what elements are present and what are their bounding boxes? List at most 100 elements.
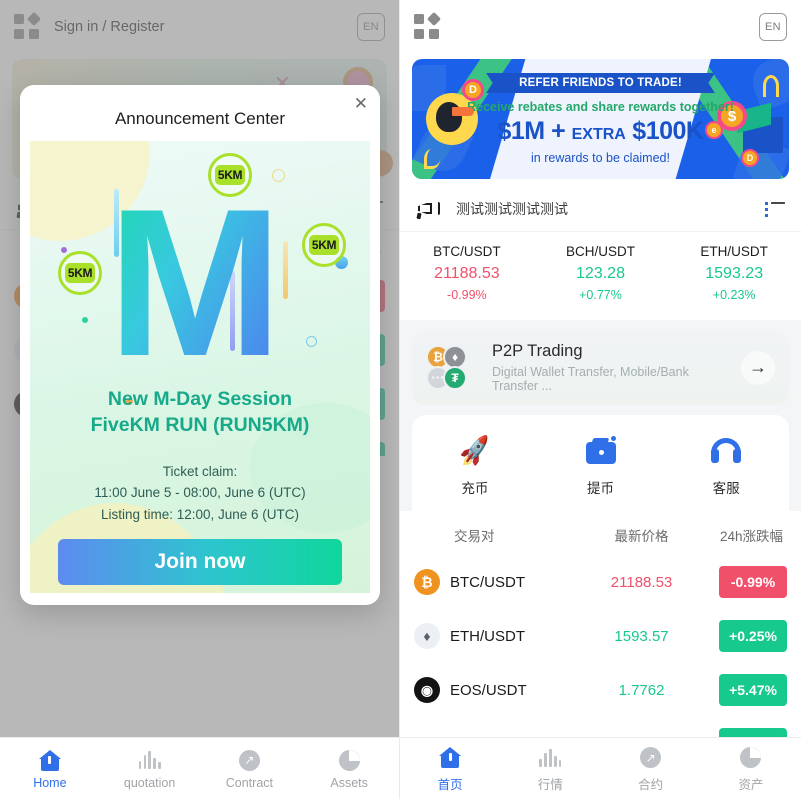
tab-label: 行情 bbox=[537, 777, 563, 792]
bar-chart-icon bbox=[100, 747, 200, 773]
ticker-change: -0.99% bbox=[447, 288, 487, 302]
tab-quotation[interactable]: quotation bbox=[100, 747, 200, 790]
pie-chart-icon bbox=[701, 745, 801, 771]
ticker-item-eth[interactable]: ETH/USDT 1593.23 +0.23% bbox=[667, 244, 801, 302]
tab-home[interactable]: 首页 bbox=[400, 745, 500, 793]
ticker-item-bch[interactable]: BCH/USDT 123.28 +0.77% bbox=[534, 244, 668, 302]
ticker-change: +0.77% bbox=[579, 288, 622, 302]
action-deposit[interactable]: 🚀 充币 bbox=[412, 431, 538, 497]
price-value: 21188.53 bbox=[610, 573, 673, 591]
table-row[interactable]: ♦ ETH/USDT 1593.57 +0.25% bbox=[414, 609, 787, 663]
right-notice-bar[interactable]: 测试测试测试测试 bbox=[400, 189, 801, 232]
ticker-pair: BTC/USDT bbox=[433, 244, 501, 259]
arrow-right-icon[interactable]: → bbox=[741, 350, 775, 385]
referral-banner[interactable]: D $ e D REFER FRIENDS TO TRADE! Receive … bbox=[412, 59, 789, 179]
close-icon[interactable]: ✕ bbox=[354, 94, 368, 114]
ticker-price: 21188.53 bbox=[434, 265, 500, 282]
referral-banner-wrap: D $ e D REFER FRIENDS TO TRADE! Receive … bbox=[400, 53, 801, 189]
pie-chart-icon bbox=[299, 747, 399, 773]
badge-5km-3: 5KM bbox=[58, 251, 102, 295]
list-icon[interactable] bbox=[765, 201, 785, 217]
rocket-icon: 🚀 bbox=[456, 433, 493, 468]
eos-icon: ◉ bbox=[414, 677, 440, 703]
action-withdraw[interactable]: 提币 bbox=[538, 431, 664, 497]
tab-market[interactable]: 行情 bbox=[500, 745, 600, 793]
right-market-table: 交易对 最新价格 24h涨跌幅 ₿ BTC/USDT 21188.53 -0.9… bbox=[400, 511, 801, 753]
p2p-card[interactable]: ₿ ♦ ··· ₮ P2P Trading Digital Wallet Tra… bbox=[412, 330, 789, 405]
column-header-change: 24h涨跌幅 bbox=[719, 529, 783, 544]
trend-circle-icon bbox=[200, 747, 300, 773]
action-label: 提币 bbox=[587, 481, 614, 496]
pair-label: EOS/USDT bbox=[450, 681, 527, 699]
pair-label: ETH/USDT bbox=[450, 627, 525, 645]
ticker-pair: BCH/USDT bbox=[566, 244, 636, 259]
banner-line-4: in rewards to be claimed! bbox=[531, 151, 670, 165]
table-row[interactable]: ₿ BTC/USDT 21188.53 -0.99% bbox=[414, 555, 787, 609]
tab-contract[interactable]: 合约 bbox=[601, 745, 701, 793]
grid-icon[interactable] bbox=[414, 11, 442, 40]
market-table-header: 交易对 最新价格 24h涨跌幅 bbox=[414, 511, 787, 555]
badge-5km-1: 5KM bbox=[208, 153, 252, 197]
bar-chart-icon bbox=[500, 745, 600, 771]
tab-label: 资产 bbox=[738, 777, 764, 792]
language-button[interactable]: EN bbox=[759, 12, 787, 41]
ticker-item-btc[interactable]: BTC/USDT 21188.53 -0.99% bbox=[400, 244, 534, 302]
eth-icon: ♦ bbox=[443, 344, 467, 369]
p2p-title: P2P Trading bbox=[492, 342, 583, 360]
ticker-price: 1593.23 bbox=[705, 265, 764, 282]
btc-icon: ₿ bbox=[414, 569, 440, 595]
p2p-section: ₿ ♦ ··· ₮ P2P Trading Digital Wallet Tra… bbox=[400, 320, 801, 511]
notice-text: 测试测试测试测试 bbox=[456, 201, 568, 217]
page-title: Announcement Center bbox=[114, 109, 286, 128]
banner-line-2: Receive rebates and share rewards togeth… bbox=[467, 100, 734, 114]
column-header-pair: 交易对 bbox=[454, 529, 495, 544]
price-value: 1593.57 bbox=[614, 627, 669, 645]
right-topbar: EN bbox=[400, 0, 801, 53]
tab-label: Contract bbox=[225, 776, 273, 790]
detail-line-2: 11:00 June 5 - 08:00, June 6 (UTC) bbox=[94, 485, 306, 501]
tab-contract[interactable]: Contract bbox=[200, 747, 300, 790]
tab-label: quotation bbox=[123, 776, 176, 790]
action-support[interactable]: 客服 bbox=[663, 431, 789, 497]
price-ticker: BTC/USDT 21188.53 -0.99% BCH/USDT 123.28… bbox=[400, 232, 801, 320]
announcement-text: New M-Day Session FiveKM RUN (RUN5KM) Ti… bbox=[30, 386, 370, 526]
headline-line-1: New M-Day Session bbox=[107, 388, 293, 410]
left-tabbar: Home quotation Contract Assets bbox=[0, 737, 399, 799]
tab-label: 合约 bbox=[638, 777, 664, 792]
announcement-artwork: M 5KM 5KM 5KM New M-Day Session FiveKM R… bbox=[30, 141, 370, 593]
action-label: 客服 bbox=[712, 481, 740, 496]
megaphone-icon bbox=[416, 200, 440, 220]
banner-line-3: $1M + EXTRA $100K bbox=[497, 117, 704, 145]
right-tabbar: 首页 行情 合约 资产 bbox=[400, 737, 801, 799]
tab-label: Home bbox=[33, 776, 67, 790]
tab-assets[interactable]: 资产 bbox=[701, 745, 801, 793]
app-screen: Sign in / Register EN ✕ ge bbox=[0, 0, 801, 799]
tab-label: 首页 bbox=[437, 777, 463, 792]
ticker-price: 123.28 bbox=[576, 265, 625, 282]
table-row[interactable]: ◉ EOS/USDT 1.7762 +5.47% bbox=[414, 663, 787, 717]
status-badge: +5.47% bbox=[719, 674, 787, 706]
home-icon bbox=[400, 745, 500, 771]
detail-line-1: Ticket claim: bbox=[162, 463, 238, 479]
ticker-change: +0.23% bbox=[712, 288, 756, 302]
detail-line-3: Listing time: 12:00, June 6 (UTC) bbox=[100, 507, 300, 523]
quick-actions: 🚀 充币 提币 客服 bbox=[412, 415, 789, 511]
tab-home[interactable]: Home bbox=[0, 747, 100, 790]
action-label: 充币 bbox=[461, 481, 489, 496]
status-badge: +0.25% bbox=[719, 620, 787, 652]
price-value: 1.7762 bbox=[618, 681, 665, 699]
pair-label: BTC/USDT bbox=[450, 573, 525, 591]
left-panel: Sign in / Register EN ✕ ge bbox=[0, 0, 400, 799]
eth-icon: ♦ bbox=[414, 623, 440, 649]
tab-assets[interactable]: Assets bbox=[299, 747, 399, 790]
trend-circle-icon bbox=[601, 745, 701, 771]
coin-cluster-icon: ₿ ♦ ··· ₮ bbox=[426, 344, 480, 391]
home-icon bbox=[0, 747, 100, 773]
wallet-icon bbox=[538, 431, 664, 471]
ticker-pair: ETH/USDT bbox=[700, 244, 768, 259]
m-logo: M bbox=[100, 178, 290, 388]
tab-label: Assets bbox=[330, 776, 368, 790]
column-header-price: 最新价格 bbox=[614, 529, 669, 544]
join-now-button[interactable]: Join now bbox=[58, 539, 342, 585]
badge-5km-2: 5KM bbox=[302, 223, 346, 267]
